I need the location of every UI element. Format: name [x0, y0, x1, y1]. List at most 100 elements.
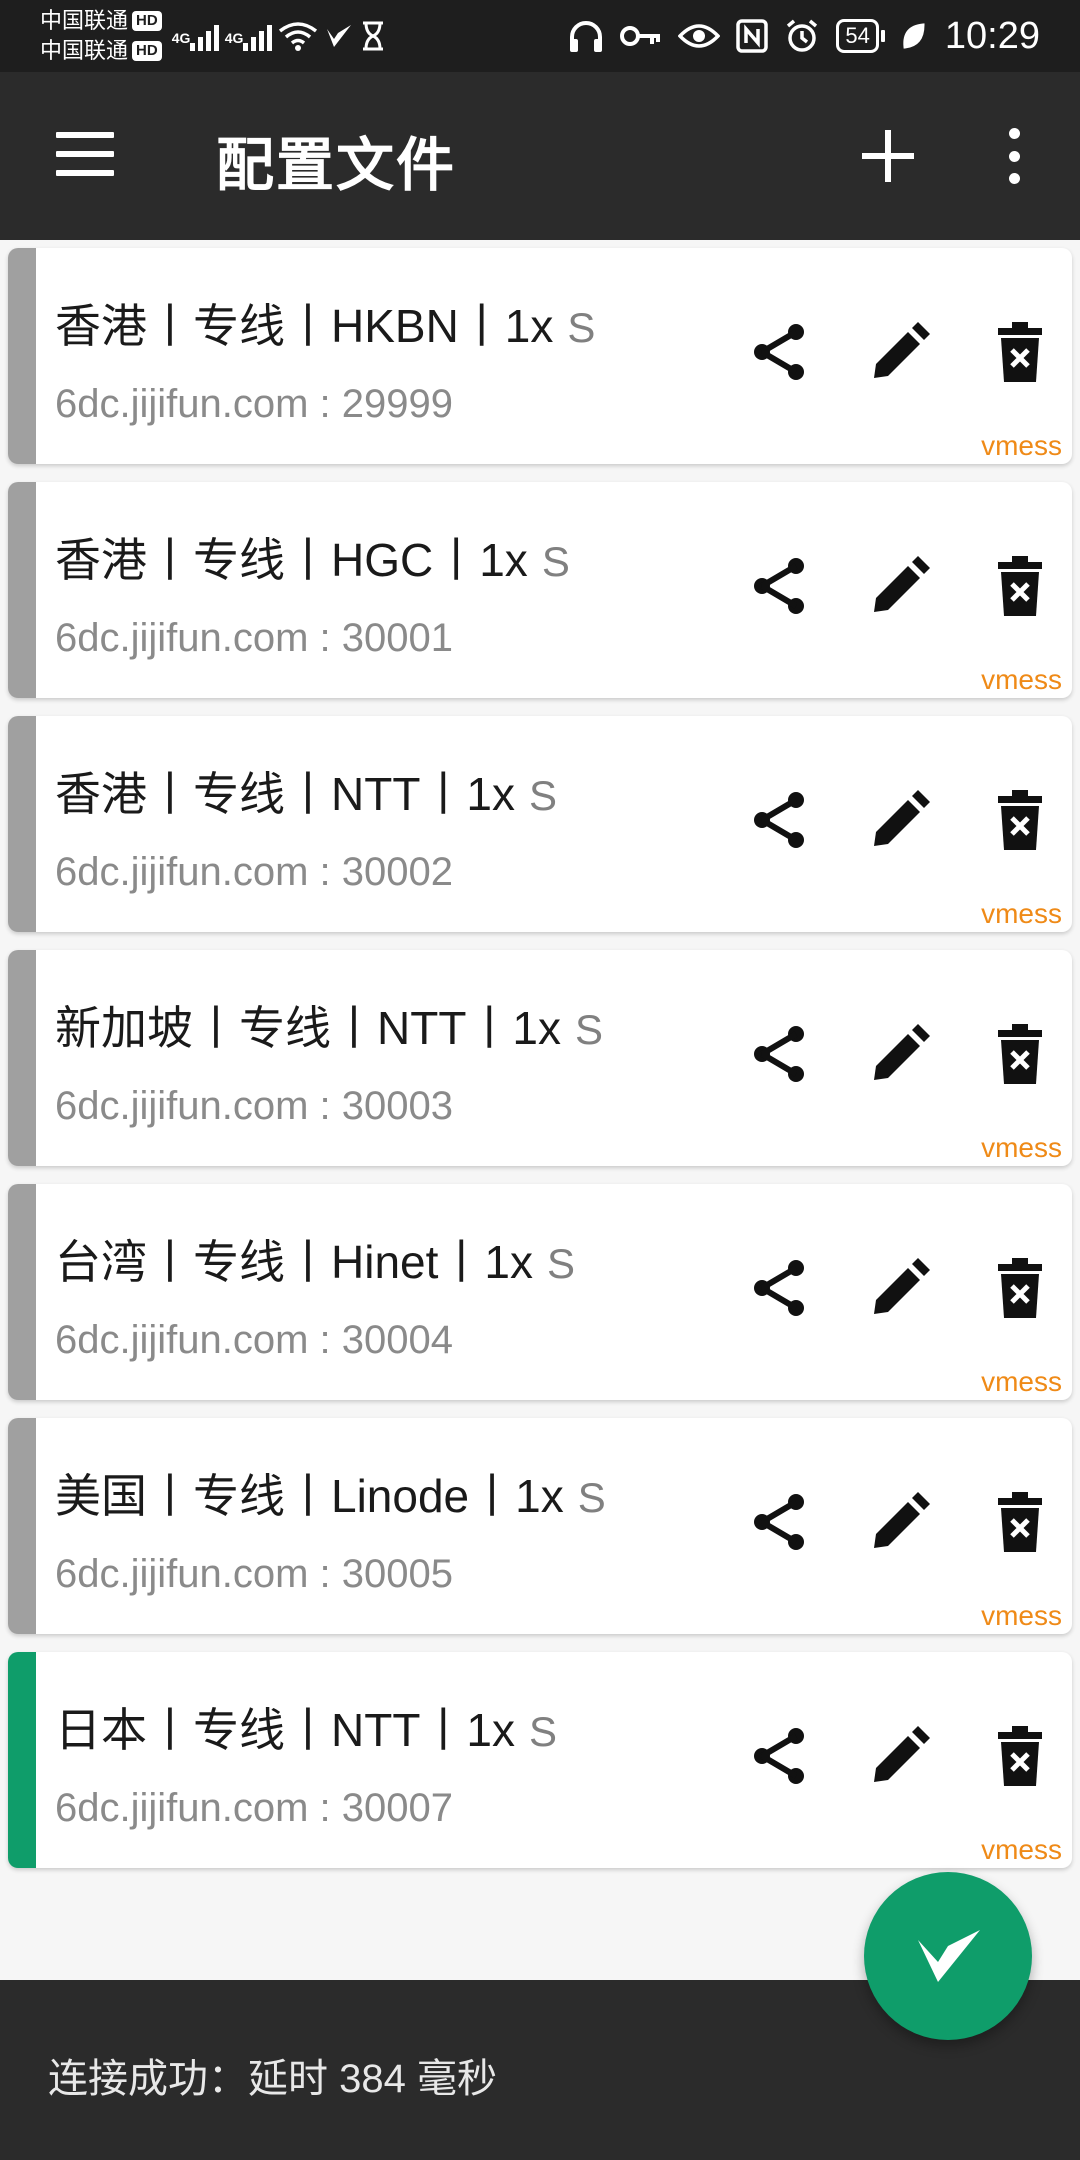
selection-indicator	[8, 1418, 36, 1634]
profile-subscription-tag: S	[546, 1240, 575, 1287]
profile-subscription-tag: S	[577, 1474, 606, 1521]
v2ray-status-icon	[326, 25, 351, 47]
profile-card[interactable]: 美国丨专线丨Linode丨1x S 6dc.jijifun.com : 30005 v…	[8, 1418, 1072, 1634]
delete-icon[interactable]	[988, 788, 1052, 852]
protocol-type: vmess	[981, 664, 1062, 695]
profile-address: 6dc.jijifun.com : 30007	[55, 1786, 454, 1830]
profile-name: 台湾丨专线丨Hinet丨1x	[55, 1236, 533, 1288]
selection-indicator	[8, 716, 36, 932]
profile-card[interactable]: 香港丨专线丨HKBN丨1x S 6dc.jijifun.com : 29999 vme…	[8, 248, 1072, 464]
eye-icon	[678, 24, 721, 48]
profile-name: 新加坡丨专线丨NTT丨1x	[55, 1002, 561, 1054]
share-icon[interactable]	[748, 788, 812, 852]
protocol-type: vmess	[981, 1366, 1062, 1397]
profile-name: 香港丨专线丨NTT丨1x	[55, 768, 515, 820]
signal-2-icon: 4G	[225, 21, 272, 51]
share-icon[interactable]	[748, 1256, 812, 1320]
profile-card[interactable]: 新加坡丨专线丨NTT丨1x S 6dc.jijifun.com : 30003 vme…	[8, 950, 1072, 1166]
profile-address: 6dc.jijifun.com : 29999	[55, 382, 454, 426]
edit-icon[interactable]	[868, 1490, 932, 1554]
headphones-icon	[570, 21, 603, 52]
delete-icon[interactable]	[988, 554, 1052, 618]
profile-name: 日本丨专线丨NTT丨1x	[55, 1704, 515, 1756]
alarm-icon	[787, 19, 818, 52]
profile-title: 新加坡丨专线丨NTT丨1x S	[55, 992, 603, 1058]
edit-icon[interactable]	[868, 788, 932, 852]
profile-subscription-tag: S	[529, 1708, 558, 1755]
profile-title: 日本丨专线丨NTT丨1x S	[55, 1694, 557, 1760]
signal-1-icon: 4G	[172, 21, 219, 51]
profile-actions	[748, 554, 1048, 618]
delete-icon[interactable]	[988, 1490, 1052, 1554]
share-icon[interactable]	[748, 1022, 812, 1086]
profile-name: 美国丨专线丨Linode丨1x	[55, 1470, 564, 1522]
hd-badge-1: HD	[132, 11, 162, 31]
status-left: 中国联通 HD 中国联通 HD 4G 4G	[40, 6, 386, 66]
selection-indicator	[8, 482, 36, 698]
carrier-name-2: 中国联通	[40, 38, 129, 63]
profile-address: 6dc.jijifun.com : 30002	[55, 850, 454, 894]
selection-indicator	[8, 950, 36, 1166]
profile-subscription-tag: S	[529, 772, 558, 819]
profile-card[interactable]: 台湾丨专线丨Hinet丨1x S 6dc.jijifun.com : 30004 vm…	[8, 1184, 1072, 1400]
status-bar: 中国联通 HD 中国联通 HD 4G 4G 54 10:29	[0, 0, 1080, 72]
share-icon[interactable]	[748, 554, 812, 618]
connection-status-text: 连接成功：延时 384 毫秒	[48, 2057, 497, 2101]
edit-icon[interactable]	[868, 1256, 932, 1320]
selection-indicator	[8, 1652, 36, 1868]
profile-actions	[748, 1724, 1048, 1788]
app-bar: 配置文件	[0, 72, 1080, 240]
profile-actions	[748, 1256, 1048, 1320]
more-options-icon[interactable]	[1000, 128, 1028, 184]
protocol-type: vmess	[981, 430, 1062, 461]
edit-icon[interactable]	[868, 554, 932, 618]
add-icon[interactable]	[862, 130, 914, 182]
v2ray-logo-icon	[918, 1930, 980, 1982]
nfc-icon	[736, 19, 769, 53]
profile-actions	[748, 320, 1048, 384]
profile-address: 6dc.jijifun.com : 30004	[55, 1318, 454, 1362]
network-type-1: 4G	[171, 30, 191, 46]
carriers: 中国联通 HD 中国联通 HD	[40, 6, 162, 66]
clock: 10:29	[944, 14, 1040, 57]
profile-subscription-tag: S	[567, 304, 596, 351]
menu-icon[interactable]	[56, 132, 114, 176]
profile-title: 美国丨专线丨Linode丨1x S	[55, 1460, 606, 1526]
share-icon[interactable]	[748, 1490, 812, 1554]
delete-icon[interactable]	[988, 1022, 1052, 1086]
profile-name: 香港丨专线丨HGC丨1x	[55, 534, 528, 586]
profile-subscription-tag: S	[541, 538, 570, 585]
connect-fab[interactable]	[864, 1872, 1032, 2040]
edit-icon[interactable]	[868, 1022, 932, 1086]
share-icon[interactable]	[748, 1724, 812, 1788]
share-icon[interactable]	[748, 320, 812, 384]
network-type-2: 4G	[224, 30, 244, 46]
profile-card[interactable]: 香港丨专线丨NTT丨1x S 6dc.jijifun.com : 30002 vmes…	[8, 716, 1072, 932]
edit-icon[interactable]	[868, 1724, 932, 1788]
page-title: 配置文件	[216, 133, 457, 198]
delete-icon[interactable]	[988, 1724, 1052, 1788]
delete-icon[interactable]	[988, 320, 1052, 384]
carrier-2: 中国联通 HD	[40, 36, 162, 66]
profile-actions	[748, 1022, 1048, 1086]
hd-badge-2: HD	[132, 41, 162, 61]
protocol-type: vmess	[981, 898, 1062, 929]
profile-card[interactable]: 日本丨专线丨NTT丨1x S 6dc.jijifun.com : 30007 vmes…	[8, 1652, 1072, 1868]
wifi-icon	[278, 22, 317, 51]
profile-actions	[748, 788, 1048, 852]
profile-card[interactable]: 香港丨专线丨HGC丨1x S 6dc.jijifun.com : 30001 vmes…	[8, 482, 1072, 698]
status-right: 54 10:29	[568, 0, 1040, 72]
profile-list: 香港丨专线丨HKBN丨1x S 6dc.jijifun.com : 29999 vme…	[8, 248, 1072, 1886]
protocol-type: vmess	[981, 1132, 1062, 1163]
selection-indicator	[8, 1184, 36, 1400]
key-icon	[620, 26, 661, 46]
profile-address: 6dc.jijifun.com : 30001	[55, 616, 454, 660]
selection-indicator	[8, 248, 36, 464]
delete-icon[interactable]	[988, 1256, 1052, 1320]
carrier-name-1: 中国联通	[40, 8, 129, 33]
signal-group: 4G 4G	[172, 21, 386, 51]
profile-title: 香港丨专线丨NTT丨1x S	[55, 758, 557, 824]
edit-icon[interactable]	[868, 320, 932, 384]
hourglass-icon	[362, 21, 383, 51]
protocol-type: vmess	[981, 1834, 1062, 1865]
